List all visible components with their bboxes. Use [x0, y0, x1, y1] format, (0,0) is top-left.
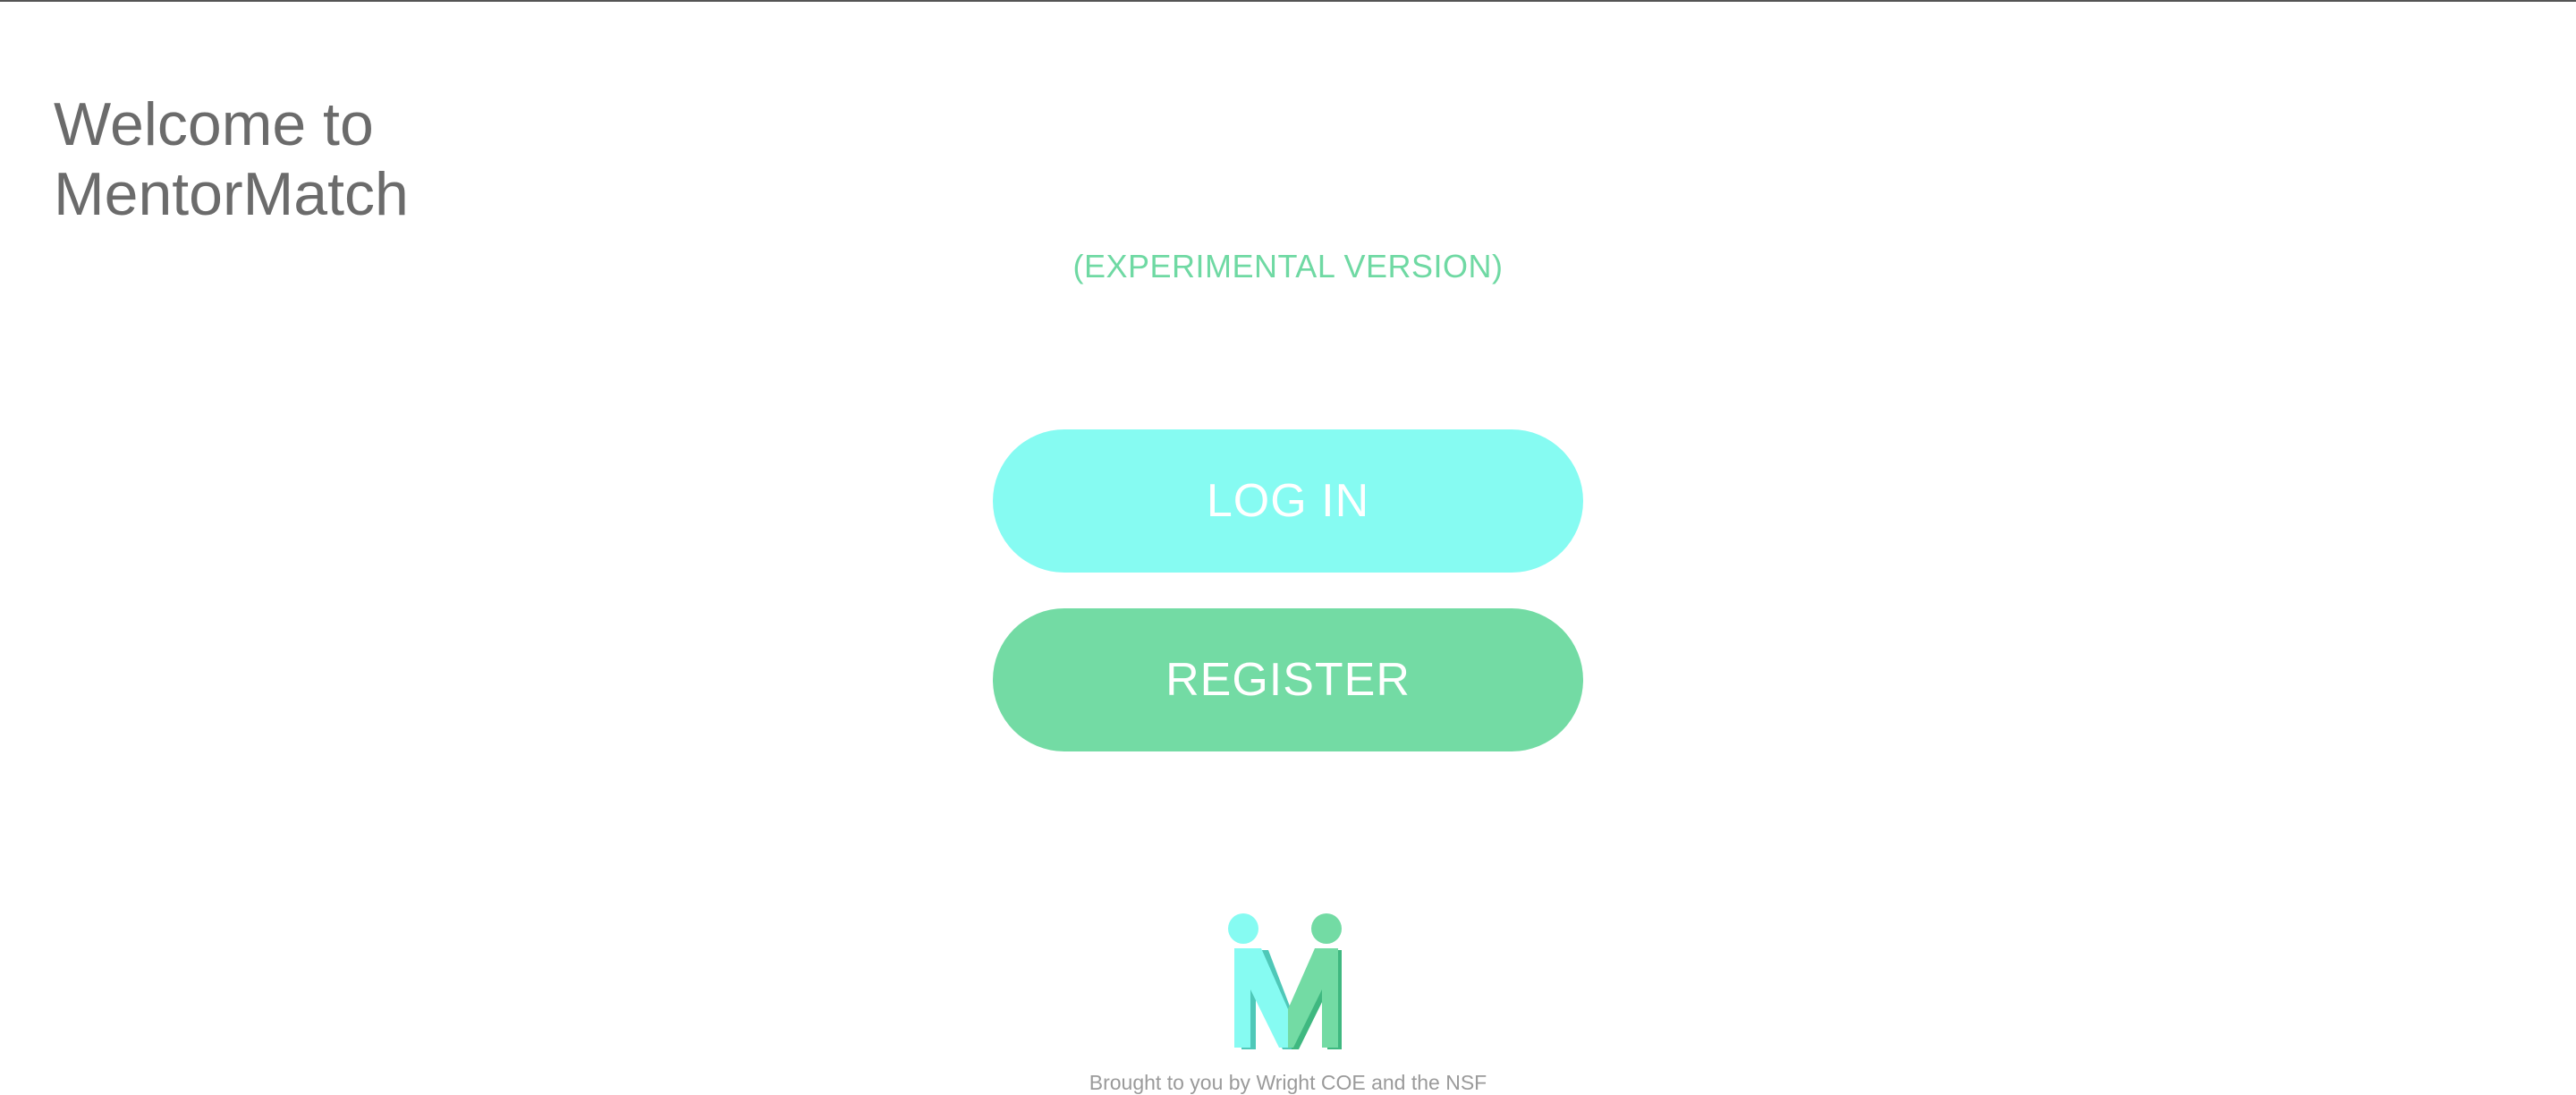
logo-m-left: [1234, 948, 1288, 1048]
login-button-label: LOG IN: [1206, 475, 1370, 527]
top-divider: [0, 0, 2576, 2]
footer-credit: Brought to you by Wright COE and the NSF: [1089, 1071, 1487, 1094]
title-line-2: MentorMatch: [54, 160, 409, 228]
mentormatch-m-logo-icon: [1228, 913, 1342, 1049]
logo-m-right: [1288, 948, 1338, 1048]
experimental-version-label: (EXPERIMENTAL VERSION): [1072, 248, 1504, 284]
register-button[interactable]: REGISTER: [993, 608, 1583, 751]
welcome-screen: Welcome to MentorMatch (EXPERIMENTAL VER…: [0, 0, 2576, 1095]
register-button-label: REGISTER: [1165, 654, 1411, 706]
page-title: Welcome to MentorMatch: [54, 89, 680, 229]
logo-head-right: [1311, 913, 1342, 944]
title-line-1: Welcome to: [54, 90, 374, 158]
login-button[interactable]: LOG IN: [993, 429, 1583, 573]
logo-head-left: [1228, 913, 1258, 944]
